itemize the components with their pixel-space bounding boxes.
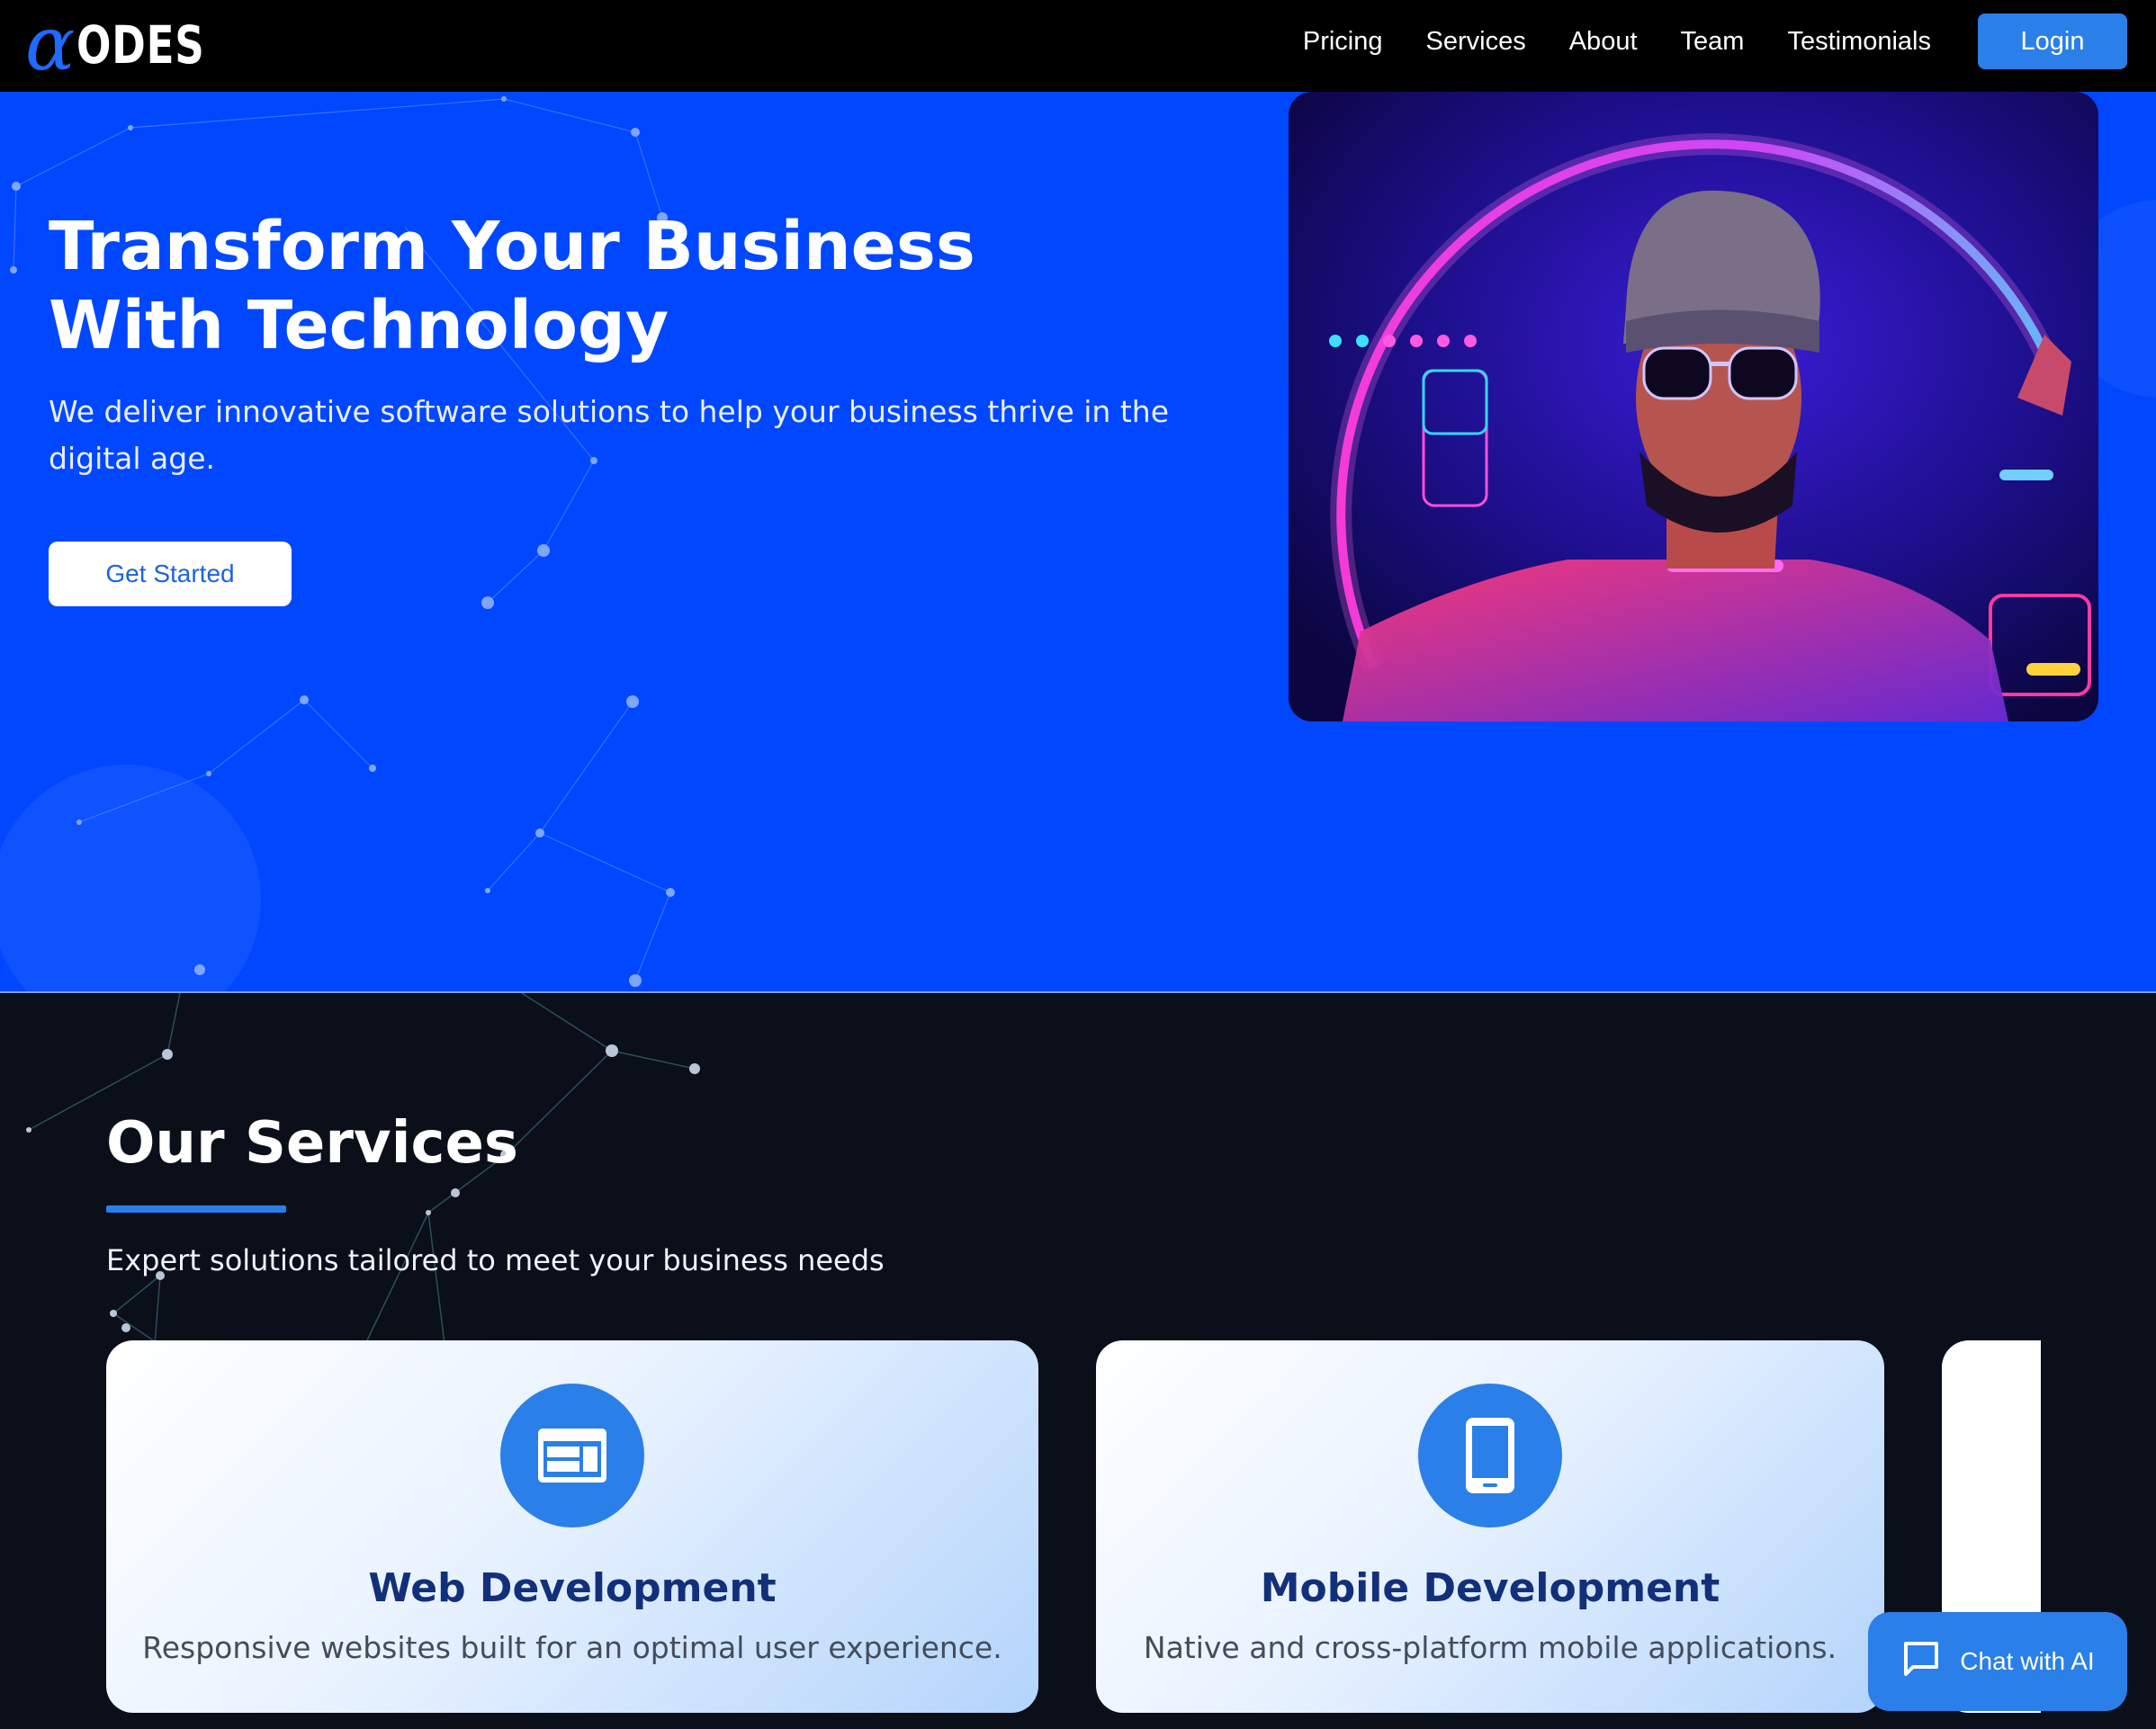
hero-heading-line2: With Technology: [49, 287, 669, 364]
service-card-description: Native and cross-platform mobile applica…: [1143, 1630, 1837, 1665]
service-card-title: Mobile Development: [1260, 1565, 1720, 1611]
login-button[interactable]: Login: [1978, 13, 2127, 69]
nav-link-team[interactable]: Team: [1681, 27, 1745, 57]
hero-image-neon-person: [1289, 92, 2098, 721]
service-card-mobile-development[interactable]: Mobile Development Native and cross-plat…: [1096, 1340, 1884, 1713]
hero-heading: Transform Your Business With Technology: [49, 207, 1128, 365]
logo-wordmark: ODES: [76, 14, 205, 76]
nav-link-services[interactable]: Services: [1426, 27, 1526, 57]
hero-subtitle: We deliver innovative software solutions…: [49, 394, 1169, 476]
service-card-web-development[interactable]: Web Development Responsive websites buil…: [106, 1340, 1038, 1713]
alpha-logo-mark: α: [25, 2, 76, 87]
service-card-description: Responsive websites built for an optimal…: [142, 1630, 1002, 1665]
hero-heading-line1: Transform Your Business: [49, 208, 975, 285]
chat-bubble-icon: [1900, 1638, 1942, 1686]
nav-link-testimonials[interactable]: Testimonials: [1787, 27, 1931, 57]
chat-label: Chat with AI: [1960, 1647, 2095, 1675]
smartphone-icon: [1418, 1384, 1562, 1527]
browser-window-icon: [500, 1384, 644, 1527]
services-subtitle: Expert solutions tailored to meet your b…: [106, 1243, 885, 1277]
hero-section: Transform Your Business With Technology …: [0, 92, 2156, 991]
chat-with-ai-button[interactable]: Chat with AI: [1868, 1612, 2127, 1711]
service-card-title: Web Development: [368, 1565, 777, 1611]
services-heading: Our Services: [106, 1110, 518, 1177]
nav-link-pricing[interactable]: Pricing: [1303, 27, 1383, 57]
nav-link-about[interactable]: About: [1569, 27, 1638, 57]
services-section: Our Services Expert solutions tailored t…: [0, 993, 2156, 1729]
heading-underline: [106, 1205, 286, 1213]
brand-logo[interactable]: α ODES: [25, 2, 241, 87]
nav-menu: Pricing Services About Team Testimonials: [1303, 0, 1931, 83]
get-started-button[interactable]: Get Started: [49, 542, 292, 606]
top-navbar: α ODES Pricing Services About Team Testi…: [0, 0, 2156, 92]
